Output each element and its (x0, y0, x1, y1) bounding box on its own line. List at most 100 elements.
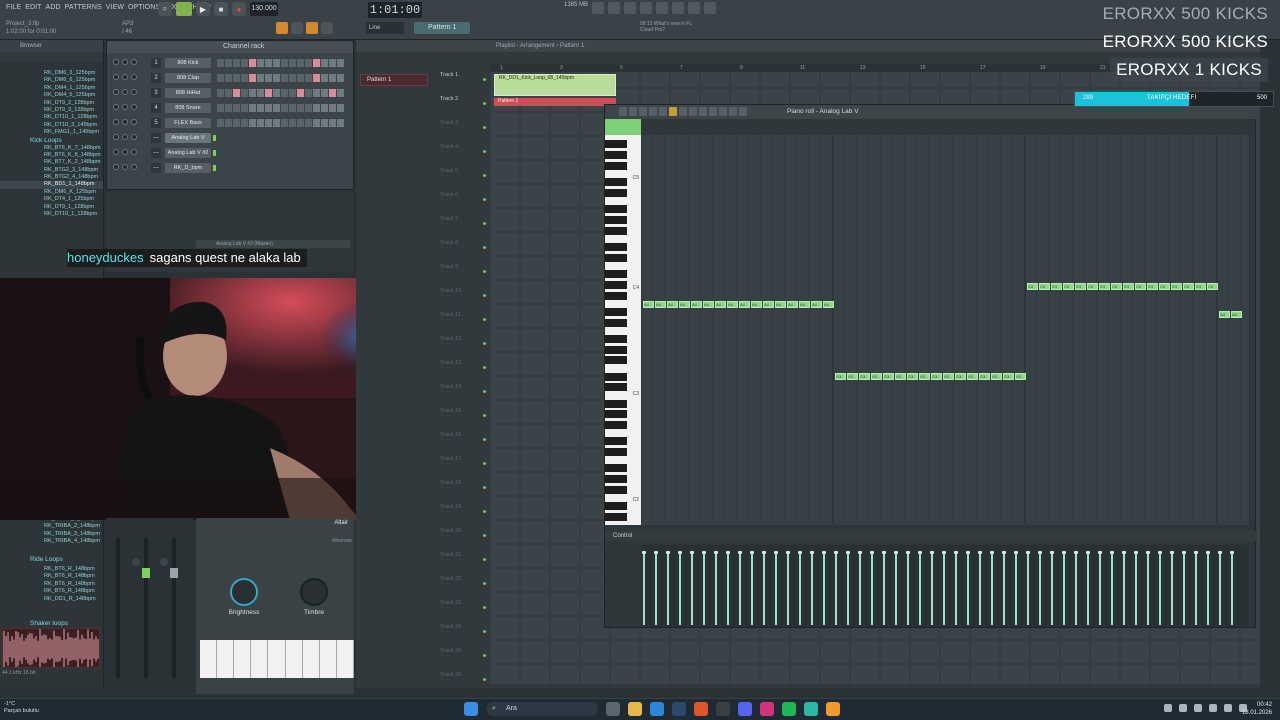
step-button[interactable] (305, 74, 312, 82)
velocity-bar[interactable] (1086, 551, 1090, 625)
channel-name-button[interactable]: FLEX Bass (165, 118, 211, 128)
channel-row[interactable]: --- Analog Lab V #2 (113, 147, 351, 159)
step-button[interactable] (321, 89, 328, 97)
midi-note[interactable]: A4 (751, 301, 762, 308)
song-mode-toggle[interactable] (176, 2, 192, 16)
midi-note[interactable]: A4 (763, 301, 774, 308)
black-key[interactable] (605, 475, 627, 484)
velocity-bar[interactable] (942, 551, 946, 625)
track-header[interactable]: Track 25 (438, 646, 486, 670)
black-key[interactable] (605, 270, 627, 278)
black-key[interactable] (605, 318, 627, 327)
step-button[interactable] (217, 59, 224, 67)
midi-note[interactable]: C4 (1099, 283, 1110, 290)
black-key[interactable] (605, 307, 627, 316)
velocity-bar[interactable] (738, 551, 742, 625)
metronome-icon[interactable] (649, 107, 657, 116)
sample-waveform-preview[interactable] (2, 628, 100, 668)
pattern-list-item[interactable]: Pattern 1 (360, 74, 428, 86)
pattern-select[interactable]: Pattern 1 (414, 22, 470, 34)
velocity-bar[interactable] (1002, 551, 1006, 625)
velocity-lane[interactable] (641, 545, 1249, 627)
midi-note[interactable]: A4 (715, 301, 726, 308)
channel-number[interactable]: 2 (151, 73, 161, 83)
midi-note[interactable]: C4 (1111, 283, 1122, 290)
step-button[interactable] (305, 119, 312, 127)
mute-icon[interactable] (699, 107, 707, 116)
channel-row[interactable]: 5 FLEX Bass (113, 117, 351, 129)
browser-file-item[interactable]: RK_BD1_1_148bpm (0, 181, 103, 189)
browser-file-item[interactable]: RK_DT4_1_125bpm (0, 196, 103, 203)
step-button[interactable] (217, 119, 224, 127)
midi-note[interactable]: C4 (1123, 283, 1134, 290)
velocity-bar[interactable] (678, 551, 682, 625)
paint-icon[interactable] (679, 107, 687, 116)
step-button[interactable] (265, 59, 272, 67)
midi-note[interactable]: A4 (655, 301, 666, 308)
step-button[interactable] (233, 119, 240, 127)
step-button[interactable] (233, 104, 240, 112)
step-button[interactable] (329, 119, 336, 127)
velocity-bar[interactable] (1014, 551, 1018, 625)
midi-note[interactable]: A4 (679, 301, 690, 308)
black-key[interactable] (605, 421, 627, 430)
velocity-bar[interactable] (978, 551, 982, 625)
browser-file-item[interactable]: RK_DT10_1_128bpm (0, 114, 103, 121)
step-button[interactable] (281, 74, 288, 82)
folder-kick-loops[interactable]: Kick Loops (0, 137, 103, 145)
black-key[interactable] (605, 253, 627, 262)
news-panel[interactable]: 09:12 What's new in FL Cloud Pro? (640, 21, 692, 33)
velocity-bar[interactable] (654, 551, 658, 625)
black-key[interactable] (605, 140, 627, 149)
velocity-bar[interactable] (954, 551, 958, 625)
track-header[interactable]: Track 18 (438, 478, 486, 502)
instagram-icon[interactable] (760, 702, 774, 716)
midi-note[interactable]: G3 (979, 373, 990, 380)
velocity-bar[interactable] (774, 551, 778, 625)
velocity-bar[interactable] (894, 551, 898, 625)
track-header[interactable]: Track 3 (438, 118, 486, 142)
track-header[interactable]: Track 9 (438, 262, 486, 286)
step-button[interactable] (281, 59, 288, 67)
midi-note[interactable]: G3 (871, 373, 882, 380)
channel-row[interactable]: --- Analog Lab V (113, 132, 351, 144)
step-button[interactable] (241, 74, 248, 82)
channel-led[interactable] (213, 135, 216, 141)
step-button[interactable] (233, 74, 240, 82)
step-button[interactable] (289, 104, 296, 112)
velocity-bar[interactable] (1134, 551, 1138, 625)
step-button[interactable] (249, 74, 256, 82)
file-explorer-icon[interactable] (628, 702, 642, 716)
browser-file-item[interactable]: RK_BT6_R_148bpm (0, 566, 104, 573)
step-button[interactable] (313, 119, 320, 127)
track-header[interactable]: Track 1 (438, 70, 486, 94)
velocity-bar[interactable] (1026, 551, 1030, 625)
step-button[interactable] (225, 74, 232, 82)
channel-number[interactable]: --- (151, 148, 161, 158)
channel-knob[interactable] (122, 134, 128, 140)
browser-file-item[interactable]: RK_FMG1_1_145bpm (0, 129, 103, 136)
step-button[interactable] (329, 104, 336, 112)
clip-pattern-1[interactable]: Pattern 1 (494, 98, 616, 106)
velocity-bar[interactable] (762, 551, 766, 625)
browser-file-item[interactable]: RK_DT9_1_128bpm (0, 204, 103, 211)
midi-note[interactable]: A4 (1231, 311, 1242, 318)
step-button[interactable] (329, 89, 336, 97)
metronome-icon[interactable] (321, 22, 333, 34)
step-button[interactable] (257, 119, 264, 127)
link-icon[interactable] (306, 22, 318, 34)
step-button[interactable] (337, 119, 344, 127)
midi-note[interactable]: A4 (787, 301, 798, 308)
step-button[interactable] (321, 104, 328, 112)
black-key[interactable] (605, 151, 627, 160)
midi-note[interactable]: C4 (1147, 283, 1158, 290)
browser-file-item[interactable]: RK_BT6_K_7_148bpm (0, 145, 103, 152)
browser-file-item[interactable]: RK_BT6_K_8_148bpm (0, 152, 103, 159)
channel-row[interactable]: 4 808 Snare (113, 102, 351, 114)
black-key[interactable] (605, 345, 627, 354)
channel-knob[interactable] (131, 134, 137, 140)
velocity-bar[interactable] (702, 551, 706, 625)
midi-note[interactable]: A4 (1219, 311, 1230, 318)
step-button[interactable] (313, 59, 320, 67)
control-label[interactable]: Control (605, 531, 1257, 541)
